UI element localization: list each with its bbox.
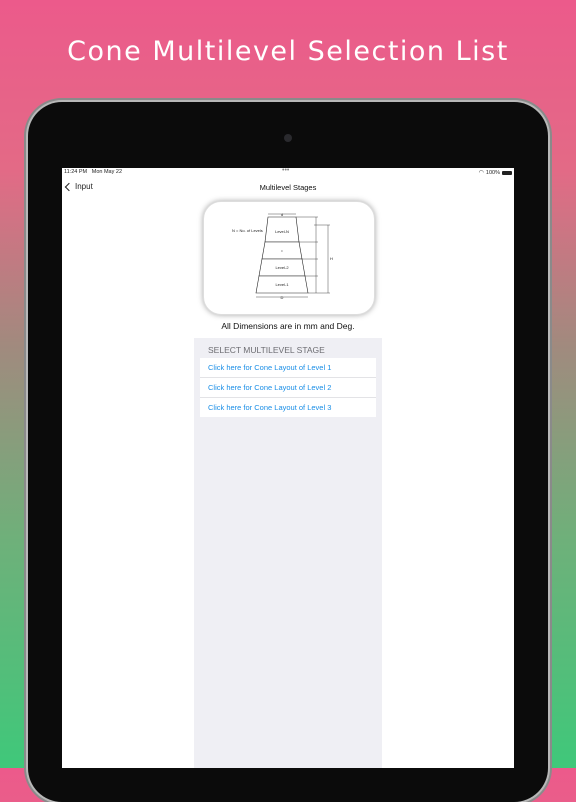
navigation-bar: Input Multilevel Stages [62, 177, 514, 199]
label-level-2: Level-2 [275, 265, 289, 270]
list-item-level-1[interactable]: Click here for Cone Layout of Level 1 [200, 358, 376, 378]
dimensions-caption: All Dimensions are in mm and Deg. [221, 321, 355, 331]
cone-diagram-card: N = No. of Levels Level-N • Level-2 Leve… [203, 201, 375, 315]
list-item-level-3[interactable]: Click here for Cone Layout of Level 3 [200, 398, 376, 417]
status-date: Mon May 22 [91, 169, 122, 175]
list-group: Click here for Cone Layout of Level 1 Cl… [200, 358, 376, 417]
legend-text: N = No. of Levels [232, 228, 263, 233]
section-header: SELECT MULTILEVEL STAGE [208, 345, 325, 355]
promo-headline: Cone Multilevel Selection List [67, 36, 509, 67]
label-dim-top: d [281, 212, 283, 217]
battery-icon [502, 170, 512, 175]
battery-percent: 100% [485, 169, 500, 176]
list-item-level-2[interactable]: Click here for Cone Layout of Level 2 [200, 378, 376, 398]
label-level-n: Level-N [275, 229, 289, 234]
page-title: Multilevel Stages [259, 183, 317, 192]
multilevel-stage-list: SELECT MULTILEVEL STAGE Click here for C… [194, 338, 382, 768]
label-dim-bottom: D [281, 295, 284, 300]
camera-icon [284, 134, 292, 142]
label-level-1: Level-1 [275, 282, 289, 287]
cone-diagram: N = No. of Levels Level-N • Level-2 Leve… [232, 212, 333, 300]
status-bar: 11:24 PM Mon May 22 ••• ◠ 100% [62, 168, 514, 177]
status-clock: 11:24 PM [64, 169, 88, 175]
status-time: 11:24 PM Mon May 22 [64, 169, 122, 175]
wifi-icon: ◠ [478, 170, 484, 176]
status-right: ◠ 100% [479, 169, 512, 176]
multitask-dots[interactable]: ••• [282, 168, 289, 174]
label-dim-height: H [330, 256, 333, 261]
app-screen: 11:24 PM Mon May 22 ••• ◠ 100% Input Mul… [62, 168, 514, 768]
